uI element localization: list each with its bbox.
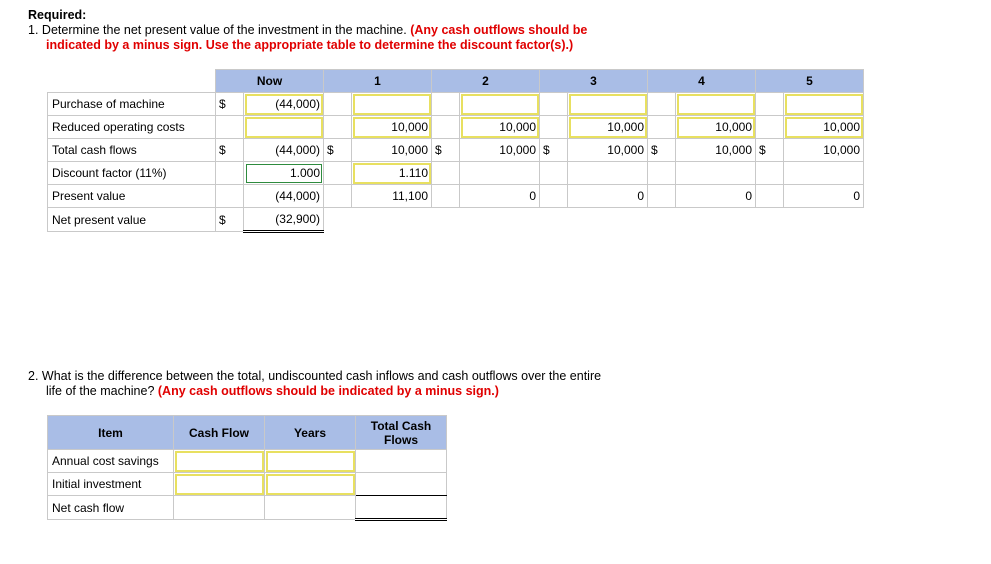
row-discount-factor: Discount factor (11%) 1.000 1.110 xyxy=(47,161,864,185)
header-total-b: Flows xyxy=(383,432,418,447)
total-now: (44,000) xyxy=(243,138,324,162)
present-y4: 0 xyxy=(675,184,756,208)
present-now: (44,000) xyxy=(243,184,324,208)
npv-header-row: Now 1 2 3 4 5 xyxy=(47,69,864,93)
currency-sign: $ xyxy=(215,92,244,116)
purchase-y3-input[interactable] xyxy=(567,92,648,116)
question-2-line-2: life of the machine? (Any cash outflows … xyxy=(46,384,499,398)
reduced-now-input[interactable] xyxy=(243,115,324,139)
header-item: Item xyxy=(47,415,174,450)
discount-y3-input[interactable] xyxy=(567,161,648,185)
currency-sign: $ xyxy=(323,138,352,162)
investment-total-cell xyxy=(355,472,447,496)
row-annual-cost-savings: Annual cost savings xyxy=(47,449,447,473)
purchase-y2-input[interactable] xyxy=(459,92,540,116)
row-present-value: Present value (44,000) 11,100 0 0 0 0 xyxy=(47,184,864,208)
reduced-y5-input[interactable]: 10,000 xyxy=(783,115,864,139)
purchase-y5-input[interactable] xyxy=(783,92,864,116)
row-label: Total cash flows xyxy=(47,138,216,162)
diff-header-row: Item Cash Flow Years Total Cash Flows xyxy=(47,415,447,450)
reduced-y2-input[interactable]: 10,000 xyxy=(459,115,540,139)
row-purchase: Purchase of machine $ (44,000) xyxy=(47,92,864,116)
question-1-text: Determine the net present value of the i… xyxy=(41,23,407,37)
question-1-number: 1. xyxy=(28,23,39,37)
savings-total-cell xyxy=(355,449,447,473)
row-label: Net cash flow xyxy=(47,495,174,520)
net-total-cell xyxy=(355,495,447,521)
total-y3: 10,000 xyxy=(567,138,648,162)
total-y5: 10,000 xyxy=(783,138,864,162)
header-year-3: 3 xyxy=(539,69,648,93)
header-total-a: Total Cash xyxy=(370,418,432,433)
question-1-note-a: (Any cash outflows should be xyxy=(410,23,588,37)
total-y2: 10,000 xyxy=(459,138,540,162)
undiscounted-table: Item Cash Flow Years Total Cash Flows An… xyxy=(47,415,447,521)
row-label: Present value xyxy=(47,184,216,208)
currency-sign: $ xyxy=(431,138,460,162)
row-reduced-costs: Reduced operating costs 10,000 10,000 10… xyxy=(47,115,864,139)
row-label: Purchase of machine xyxy=(47,92,216,116)
discount-y4-input[interactable] xyxy=(675,161,756,185)
discount-y1-input[interactable]: 1.110 xyxy=(351,161,432,185)
question-1-note-b: indicated by a minus sign. Use the appro… xyxy=(46,38,574,52)
present-y1: 11,100 xyxy=(351,184,432,208)
present-y3: 0 xyxy=(567,184,648,208)
row-label: Reduced operating costs xyxy=(47,115,216,139)
question-1-line-1: 1. Determine the net present value of th… xyxy=(28,23,587,37)
reduced-y1-input[interactable]: 10,000 xyxy=(351,115,432,139)
discount-y2-input[interactable] xyxy=(459,161,540,185)
row-label: Net present value xyxy=(47,207,216,232)
investment-years-input[interactable] xyxy=(264,472,356,496)
savings-years-input[interactable] xyxy=(264,449,356,473)
purchase-y1-input[interactable] xyxy=(351,92,432,116)
total-y4: 10,000 xyxy=(675,138,756,162)
row-label: Annual cost savings xyxy=(47,449,174,473)
npv-table: Now 1 2 3 4 5 Purchase of machine $ (44,… xyxy=(47,69,864,233)
currency-sign: $ xyxy=(539,138,568,162)
header-year-2: 2 xyxy=(431,69,540,93)
discount-y5-input[interactable] xyxy=(783,161,864,185)
purchase-now-input[interactable]: (44,000) xyxy=(243,92,324,116)
header-now: Now xyxy=(215,69,324,93)
currency-sign: $ xyxy=(755,138,784,162)
present-y5: 0 xyxy=(783,184,864,208)
header-blank xyxy=(47,69,216,93)
row-label: Discount factor (11%) xyxy=(47,161,216,185)
row-net-cash-flow: Net cash flow xyxy=(47,495,447,521)
question-2-number: 2. xyxy=(28,369,39,383)
question-2-line-1: 2. What is the difference between the to… xyxy=(28,369,601,383)
savings-cash-flow-input[interactable] xyxy=(173,449,265,473)
row-label: Initial investment xyxy=(47,472,174,496)
currency-sign: $ xyxy=(215,138,244,162)
header-cash-flow: Cash Flow xyxy=(173,415,265,450)
purchase-y4-input[interactable] xyxy=(675,92,756,116)
header-year-5: 5 xyxy=(755,69,864,93)
npv-now: (32,900) xyxy=(243,207,324,233)
question-2-text: What is the difference between the total… xyxy=(41,369,602,383)
question-2-text-b: life of the machine? xyxy=(46,384,155,398)
currency-sign: $ xyxy=(215,207,244,232)
present-y2: 0 xyxy=(459,184,540,208)
question-2-note: (Any cash outflows should be indicated b… xyxy=(157,384,499,398)
investment-cash-flow-input[interactable] xyxy=(173,472,265,496)
row-initial-investment: Initial investment xyxy=(47,472,447,496)
reduced-y4-input[interactable]: 10,000 xyxy=(675,115,756,139)
header-year-4: 4 xyxy=(647,69,756,93)
required-heading: Required: xyxy=(28,8,87,22)
row-net-present-value: Net present value $ (32,900) xyxy=(47,207,864,233)
currency-sign: $ xyxy=(647,138,676,162)
row-total-cash-flows: Total cash flows $ (44,000) $ 10,000 $ 1… xyxy=(47,138,864,162)
discount-now-input[interactable]: 1.000 xyxy=(243,161,324,185)
header-total-cash-flows: Total Cash Flows xyxy=(355,415,447,450)
reduced-y3-input[interactable]: 10,000 xyxy=(567,115,648,139)
header-year-1: 1 xyxy=(323,69,432,93)
header-years: Years xyxy=(264,415,356,450)
total-y1: 10,000 xyxy=(351,138,432,162)
